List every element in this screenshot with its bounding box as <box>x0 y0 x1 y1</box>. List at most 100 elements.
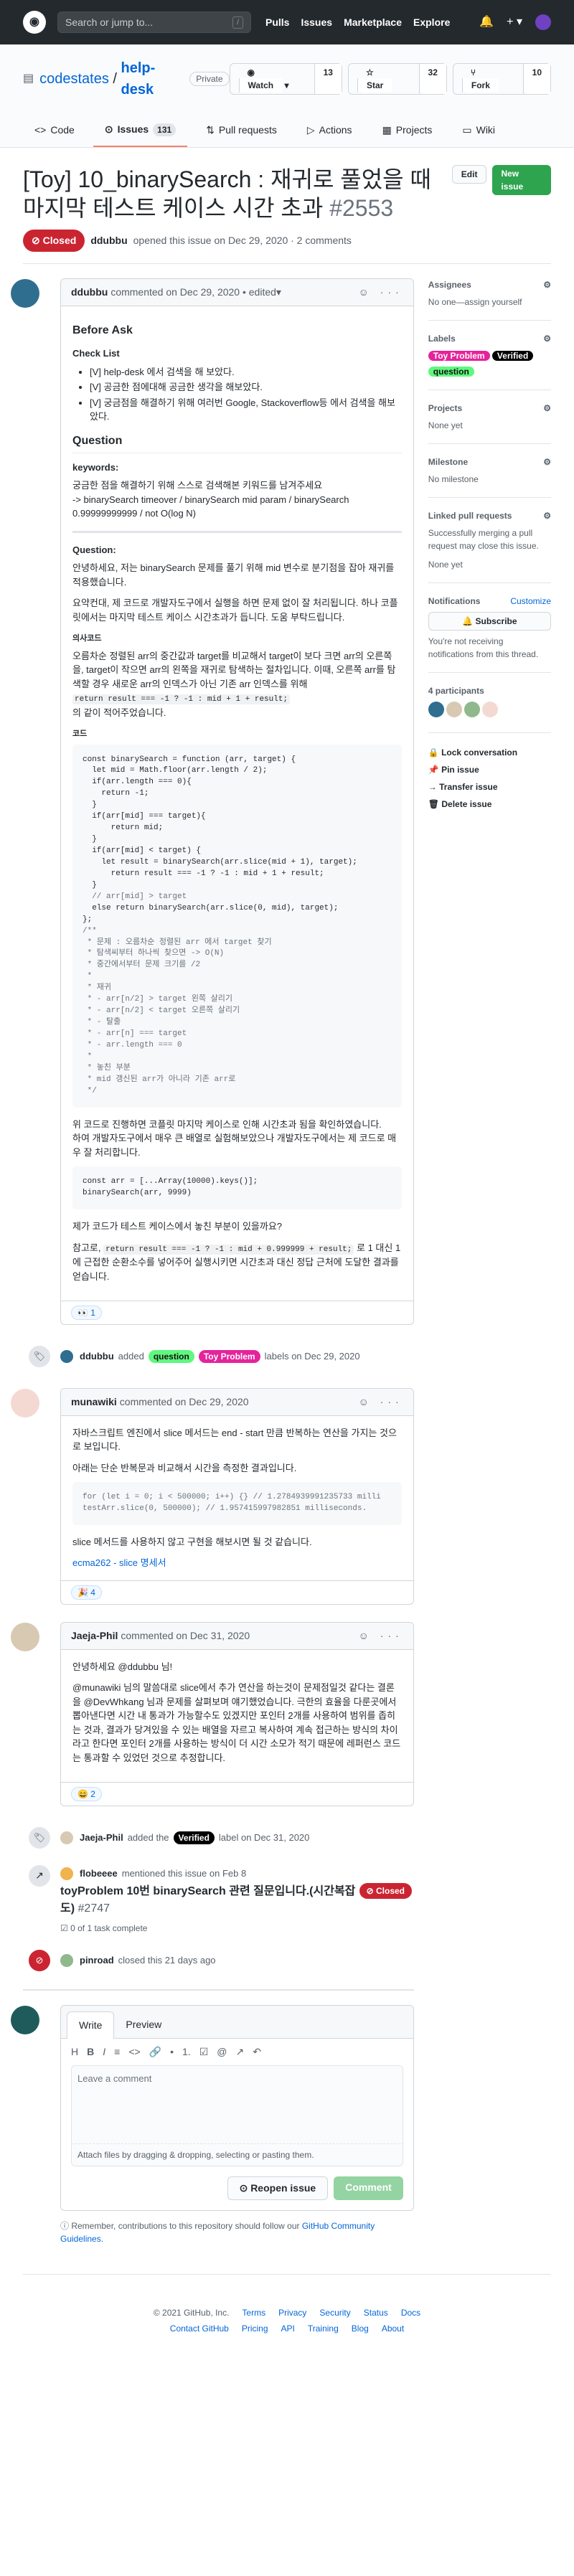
kebab-icon[interactable]: ☺ ··· <box>359 285 403 300</box>
reply-icon[interactable]: ↶ <box>253 2044 261 2060</box>
repo-owner-link[interactable]: codestates <box>39 68 109 90</box>
link-icon[interactable]: 🔗 <box>149 2044 161 2060</box>
footer-link-security[interactable]: Security <box>319 2306 350 2319</box>
kebab-icon[interactable]: ☺ ··· <box>359 1628 403 1643</box>
italic-icon[interactable]: I <box>103 2044 105 2060</box>
code-line: } <box>83 801 97 810</box>
search-input[interactable]: Search or jump to... / <box>57 11 251 33</box>
xref-title-link[interactable]: toyProblem 10번 binarySearch 관련 질문입니다.(시간… <box>60 1883 359 1917</box>
reopen-issue-button[interactable]: ⊙ Reopen issue <box>227 2176 329 2200</box>
kebab-icon[interactable]: ☺ ··· <box>359 1395 403 1410</box>
footer-link-pricing[interactable]: Pricing <box>242 2322 268 2335</box>
footer-link-privacy[interactable]: Privacy <box>278 2306 306 2319</box>
gear-icon[interactable]: ⚙ <box>543 332 551 345</box>
reaction-eyes[interactable]: 👀 1 <box>71 1306 102 1320</box>
bold-icon[interactable]: B <box>87 2044 94 2060</box>
participant-avatar[interactable] <box>464 702 480 717</box>
nav-marketplace[interactable]: Marketplace <box>344 15 402 30</box>
label-verified[interactable]: Verified <box>491 351 534 361</box>
repo-name-link[interactable]: help-desk <box>121 57 183 100</box>
footer-link-api[interactable]: API <box>281 2322 295 2335</box>
lock-conversation-link[interactable]: 🔒 Lock conversation <box>428 746 551 759</box>
task-list-icon[interactable]: ☑ <box>199 2044 209 2060</box>
avatar[interactable] <box>11 1622 39 1651</box>
assignees-value[interactable]: No one—assign yourself <box>428 297 522 307</box>
avatar[interactable] <box>60 1349 73 1363</box>
watch-button[interactable]: ◉ Watch ▾ 13 <box>229 63 342 95</box>
fork-button[interactable]: ⑂ Fork 10 <box>452 63 552 95</box>
reference-icon[interactable]: ↗ <box>235 2044 244 2060</box>
event-actor[interactable]: pinroad <box>80 1953 114 1968</box>
plus-icon[interactable]: + ▾ <box>507 14 522 31</box>
star-button[interactable]: ☆ Star 32 <box>347 63 447 95</box>
comment-author[interactable]: Jaeja-Phil <box>71 1628 118 1643</box>
pin-issue-link[interactable]: 📌 Pin issue <box>428 763 551 776</box>
issue-author[interactable]: ddubbu <box>90 233 127 248</box>
customize-link[interactable]: Customize <box>510 595 551 608</box>
footer: © 2021 GitHub, Inc. Terms Privacy Security S… <box>23 2273 551 2364</box>
delete-issue-link[interactable]: 🗑 Delete issue <box>428 798 551 811</box>
footer-link-terms[interactable]: Terms <box>242 2306 265 2319</box>
tab-code[interactable]: <> Code <box>23 116 86 147</box>
gear-icon[interactable]: ⚙ <box>543 456 551 468</box>
github-logo-icon[interactable]: ◉ <box>23 11 46 34</box>
avatar[interactable] <box>60 1867 73 1880</box>
tab-projects[interactable]: ▦ Projects <box>371 116 444 147</box>
comment-textarea[interactable]: Leave a comment <box>71 2065 403 2144</box>
tab-wiki[interactable]: ▭ Wiki <box>451 116 507 147</box>
bell-icon[interactable]: 🔔 <box>479 14 494 31</box>
tab-write[interactable]: Write <box>67 2011 115 2039</box>
mention-icon[interactable]: @ <box>217 2044 227 2060</box>
event-actor[interactable]: Jaeja-Phil <box>80 1831 123 1845</box>
footer-link-status[interactable]: Status <box>364 2306 388 2319</box>
main-content: ddubbu commented on Dec 29, 2020 • edited… <box>0 264 574 2245</box>
numbered-list-icon[interactable]: 1. <box>182 2044 191 2060</box>
gear-icon[interactable]: ⚙ <box>543 278 551 291</box>
nav-explore[interactable]: Explore <box>413 15 450 30</box>
tab-issues[interactable]: ⊙ Issues 131 <box>93 116 188 147</box>
participant-avatar[interactable] <box>481 702 498 717</box>
footer-link-training[interactable]: Training <box>308 2322 339 2335</box>
label-toy-problem[interactable]: Toy Problem <box>428 351 490 361</box>
label-toy-problem[interactable]: Toy Problem <box>198 1349 260 1363</box>
comment-author[interactable]: ddubbu <box>71 285 108 300</box>
footer-link-about[interactable]: About <box>382 2322 404 2335</box>
new-issue-button[interactable]: New issue <box>492 165 551 195</box>
quote-icon[interactable]: ≡ <box>114 2044 120 2060</box>
tab-pull-requests[interactable]: ⇅ Pull requests <box>194 116 288 147</box>
comment-button[interactable]: Comment <box>334 2176 403 2200</box>
nav-issues[interactable]: Issues <box>301 15 332 30</box>
ecma-link[interactable]: ecma262 - slice 명세서 <box>72 1557 166 1568</box>
gear-icon[interactable]: ⚙ <box>543 402 551 415</box>
subscribe-button[interactable]: 🔔 Subscribe <box>428 612 551 631</box>
heading-icon[interactable]: H <box>71 2044 78 2060</box>
transfer-issue-link[interactable]: → Transfer issue <box>428 780 551 793</box>
avatar[interactable] <box>60 1954 73 1968</box>
reaction-tada[interactable]: 🎉 4 <box>71 1585 102 1600</box>
reaction-smile[interactable]: 😄 2 <box>71 1787 102 1802</box>
tab-preview[interactable]: Preview <box>114 2011 173 2038</box>
bullet-list-icon[interactable]: • <box>170 2044 174 2060</box>
footer-link-docs[interactable]: Docs <box>401 2306 420 2319</box>
avatar[interactable] <box>11 279 39 308</box>
participant-avatar[interactable] <box>428 702 444 717</box>
nav-pulls[interactable]: Pulls <box>265 15 289 30</box>
guidelines-note: ⓘ Remember, contributions to this reposi… <box>60 2220 375 2244</box>
label-question[interactable]: question <box>148 1349 194 1363</box>
edit-title-button[interactable]: Edit <box>451 165 487 184</box>
tab-actions[interactable]: ▷ Actions <box>296 116 364 147</box>
participant-avatar[interactable] <box>446 702 462 717</box>
gear-icon[interactable]: ⚙ <box>543 509 551 522</box>
attach-files[interactable]: Attach files by dragging & dropping, sel… <box>71 2143 403 2166</box>
label-question[interactable]: question <box>428 367 474 377</box>
footer-link-blog[interactable]: Blog <box>352 2322 369 2335</box>
footer-link-contact-github[interactable]: Contact GitHub <box>170 2322 229 2335</box>
user-avatar[interactable] <box>535 14 551 30</box>
label-verified[interactable]: Verified <box>173 1831 215 1845</box>
avatar[interactable] <box>11 1388 39 1417</box>
code-icon[interactable]: <> <box>128 2044 140 2060</box>
avatar[interactable] <box>60 1831 73 1845</box>
comment-author[interactable]: munawiki <box>71 1395 117 1410</box>
event-actor[interactable]: ddubbu <box>80 1349 114 1364</box>
event-actor[interactable]: flobeeee <box>80 1867 118 1881</box>
